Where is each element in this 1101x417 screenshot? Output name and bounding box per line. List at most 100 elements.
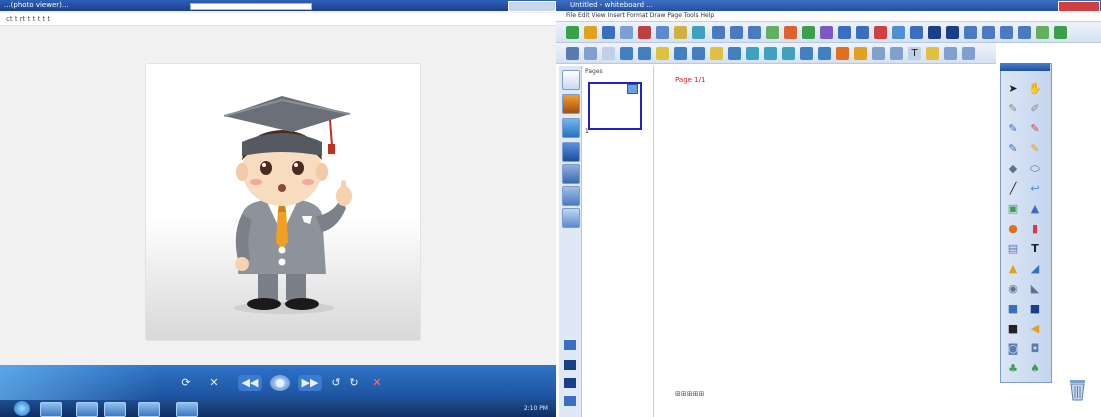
brush2-icon[interactable] (692, 47, 705, 60)
layout-icon[interactable] (982, 26, 995, 39)
new-icon[interactable] (566, 26, 579, 39)
eraser-icon[interactable] (728, 47, 741, 60)
text-icon[interactable]: T (908, 47, 921, 60)
highlighter-icon[interactable] (656, 47, 669, 60)
taskbar-board-button[interactable] (176, 402, 198, 417)
stamp-icon[interactable]: ▲ (1006, 262, 1020, 276)
paste-icon[interactable] (674, 26, 687, 39)
brush-icon[interactable]: ✎ (1006, 142, 1020, 156)
taskbar-explorer-button[interactable] (40, 402, 62, 417)
black-square-icon[interactable]: ■ (1006, 322, 1020, 336)
copy-icon[interactable] (656, 26, 669, 39)
taskbar-app-button[interactable] (104, 402, 126, 417)
tab-bottom-2-icon[interactable] (564, 360, 576, 370)
window-icon[interactable] (946, 26, 959, 39)
delete-page-icon[interactable] (784, 26, 797, 39)
ruler-icon[interactable]: ◢ (1028, 262, 1042, 276)
arrow-icon[interactable]: ➤ (1006, 82, 1020, 96)
curve-icon[interactable] (782, 47, 795, 60)
tab-pages[interactable] (562, 70, 580, 90)
eraser-icon[interactable]: ◆ (1006, 162, 1020, 176)
image-icon[interactable] (890, 47, 903, 60)
link-icon[interactable] (874, 26, 887, 39)
trash-icon[interactable] (1069, 377, 1086, 401)
grid-icon[interactable] (964, 26, 977, 39)
spotlight-icon[interactable]: ◉ (1006, 282, 1020, 296)
capture-icon[interactable] (820, 26, 833, 39)
image-icon[interactable]: ▤ (1006, 242, 1020, 256)
previous-button[interactable]: ◀◀ (238, 375, 262, 391)
ruler-icon[interactable] (944, 47, 957, 60)
screen-shade-icon[interactable]: ■ (1006, 302, 1020, 316)
record-icon[interactable] (838, 26, 851, 39)
add-page-icon[interactable] (766, 26, 779, 39)
chart-icon[interactable]: ▮ (1028, 222, 1042, 236)
reveal-icon[interactable]: ■ (1028, 302, 1042, 316)
record-icon[interactable]: ◘ (1028, 342, 1042, 356)
tab-resources[interactable] (562, 118, 580, 138)
play-button[interactable]: ● (270, 375, 290, 391)
thumbnail-menu-icon[interactable] (627, 84, 638, 94)
marker-icon[interactable] (710, 47, 723, 60)
start-button[interactable] (14, 401, 30, 416)
color-icon[interactable] (926, 47, 939, 60)
marker-icon[interactable]: ✎ (1028, 142, 1042, 156)
brush-icon[interactable] (674, 47, 687, 60)
shape-icon[interactable]: ▣ (1006, 202, 1020, 216)
bottom-page-icons[interactable]: ⊞⊞⊞⊞⊞ (675, 390, 755, 400)
app-icon[interactable]: ♣ (1006, 362, 1020, 376)
tab-bottom-1-icon[interactable] (564, 340, 576, 350)
highlighter-icon[interactable]: ✎ (1028, 122, 1042, 136)
taskbar-media-button[interactable] (138, 402, 160, 417)
tools-icon[interactable] (892, 26, 905, 39)
tab-attachments[interactable] (562, 142, 580, 162)
settings-icon[interactable] (1018, 26, 1031, 39)
open-icon[interactable] (584, 26, 597, 39)
taskbar-folder-button[interactable] (76, 402, 98, 417)
fill-icon[interactable]: ● (1006, 222, 1020, 236)
ellipse-icon[interactable] (818, 47, 831, 60)
cone-icon[interactable]: ▲ (1028, 202, 1042, 216)
pen-gray-icon[interactable]: ✎ (1006, 102, 1020, 116)
tab-lessons[interactable] (562, 186, 580, 206)
table-icon[interactable] (872, 47, 885, 60)
monitor-icon[interactable] (928, 26, 941, 39)
screen-icon[interactable] (802, 26, 815, 39)
share-icon[interactable]: ♠ (1028, 362, 1042, 376)
line-icon[interactable]: ╱ (1006, 182, 1020, 196)
board-menu-bar[interactable]: File Edit View Insert Format Draw Page T… (556, 11, 1101, 22)
zoom-icon[interactable] (856, 26, 869, 39)
pen-icon[interactable] (620, 47, 633, 60)
rotate-right-icon[interactable]: ↻ (348, 375, 360, 391)
camera-icon[interactable]: ◙ (1006, 342, 1020, 356)
page-next-icon[interactable] (748, 26, 761, 39)
fill-icon[interactable] (836, 47, 849, 60)
pencil-gray-icon[interactable]: ✐ (1028, 102, 1042, 116)
hand-icon[interactable] (584, 47, 597, 60)
tab-notes[interactable] (562, 208, 580, 228)
pen-icon[interactable]: ✎ (1006, 122, 1020, 136)
viewer-window-controls[interactable] (508, 1, 556, 12)
curve-icon[interactable]: ↩ (1028, 182, 1042, 196)
stamp-icon[interactable] (854, 47, 867, 60)
pen2-icon[interactable] (638, 47, 651, 60)
viewer-menu-bar[interactable]: ct t rt t t t t t (0, 13, 556, 26)
line-icon[interactable] (746, 47, 759, 60)
close-icon[interactable]: ✕ (206, 375, 222, 391)
rect-icon[interactable] (800, 47, 813, 60)
back-arrow-icon[interactable]: ◀ (1028, 322, 1042, 336)
help-icon[interactable] (1054, 26, 1067, 39)
delete-icon[interactable]: ✕ (370, 375, 384, 391)
save-icon[interactable] (602, 26, 615, 39)
fullscreen-icon[interactable] (1000, 26, 1013, 39)
arrow-line-icon[interactable] (764, 47, 777, 60)
tab-properties[interactable] (562, 164, 580, 184)
compass-icon[interactable]: ◣ (1028, 282, 1042, 296)
page-prev-icon[interactable] (730, 26, 743, 39)
tab-bottom-3-icon[interactable] (564, 378, 576, 388)
cut-icon[interactable] (638, 26, 651, 39)
undo-icon[interactable] (692, 26, 705, 39)
tab-gallery[interactable] (562, 94, 580, 114)
text-icon[interactable]: T (1028, 242, 1042, 256)
next-button[interactable]: ▶▶ (298, 375, 322, 391)
